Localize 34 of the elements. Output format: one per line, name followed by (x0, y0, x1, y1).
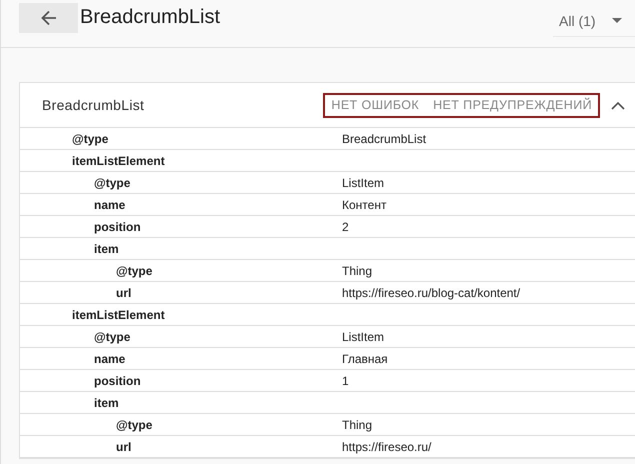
filter-dropdown[interactable]: All (1) (553, 5, 635, 37)
property-value: Контент (342, 198, 386, 212)
property-name: @type (94, 176, 130, 190)
property-value: https://fireseo.ru/ (342, 440, 432, 454)
status-label: НЕТ ОШИБОК (331, 98, 420, 112)
property-value: Thing (342, 418, 372, 432)
property-name: @type (94, 330, 130, 344)
back-button[interactable] (19, 3, 78, 33)
card-title: BreadcrumbList (42, 97, 144, 113)
property-value: BreadcrumbList (342, 132, 426, 146)
property-name: position (94, 220, 141, 234)
property-name: name (94, 352, 126, 366)
property-name: name (94, 198, 126, 212)
property-value: 2 (342, 220, 349, 234)
caret-icon (612, 18, 622, 24)
property-name: @type (72, 132, 108, 146)
property-name: position (94, 374, 141, 388)
property-value: Thing (342, 264, 372, 278)
property-name: item (94, 242, 119, 256)
back-arrow-icon (40, 9, 58, 27)
property-name: @type (116, 418, 152, 432)
property-value: ListItem (342, 176, 384, 190)
property-value: https://fireseo.ru/blog-cat/kontent/ (342, 286, 520, 300)
property-name: itemListElement (72, 154, 165, 168)
status-label: НЕТ ПРЕДУПРЕЖДЕНИЙ (433, 98, 592, 112)
property-value: Главная (342, 352, 388, 366)
property-value: ListItem (342, 330, 384, 344)
page-title: BreadcrumbList (80, 6, 220, 29)
property-name: url (116, 440, 132, 454)
property-name: @type (116, 264, 152, 278)
property-name: item (94, 396, 119, 410)
property-value: 1 (342, 374, 349, 388)
property-name: itemListElement (72, 308, 165, 322)
property-name: url (116, 286, 132, 300)
